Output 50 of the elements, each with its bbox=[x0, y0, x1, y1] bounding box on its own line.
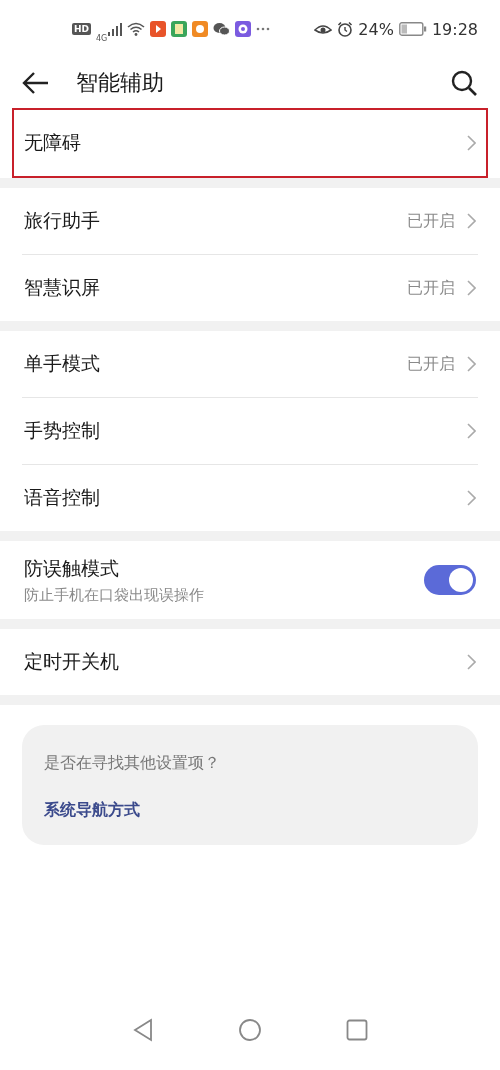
row-title: 定时开关机 bbox=[24, 649, 119, 674]
row-subtitle: 防止手机在口袋出现误操作 bbox=[24, 585, 204, 605]
battery-percent: 24% bbox=[358, 19, 394, 39]
row-title: 语音控制 bbox=[24, 485, 100, 510]
network-label: 4G bbox=[96, 33, 108, 43]
chevron-icon bbox=[467, 654, 476, 670]
app-icon bbox=[171, 21, 188, 37]
row-title: 手势控制 bbox=[24, 418, 100, 443]
settings-row[interactable]: 定时开关机 bbox=[0, 629, 500, 695]
chevron-icon bbox=[467, 423, 476, 439]
signal-icon bbox=[108, 22, 123, 36]
settings-row[interactable]: 智慧识屏 已开启 bbox=[0, 255, 500, 321]
settings-row[interactable]: 语音控制 bbox=[0, 465, 500, 531]
status-text: 已开启 bbox=[407, 353, 455, 375]
suggestion-link[interactable]: 系统导航方式 bbox=[44, 800, 140, 821]
suggestion-question: 是否在寻找其他设置项？ bbox=[44, 753, 220, 774]
chevron-icon bbox=[467, 213, 476, 229]
chevron-icon bbox=[467, 135, 476, 151]
app-icon bbox=[150, 21, 167, 37]
chevron-icon bbox=[467, 490, 476, 506]
search-button[interactable] bbox=[450, 69, 478, 97]
app-icon bbox=[192, 21, 209, 37]
row-title: 无障碍 bbox=[24, 130, 81, 155]
status-text: 已开启 bbox=[407, 277, 455, 299]
battery-icon bbox=[398, 22, 427, 36]
row-title: 智慧识屏 bbox=[24, 275, 100, 300]
home-nav-icon[interactable] bbox=[238, 1018, 262, 1042]
chevron-icon bbox=[467, 356, 476, 372]
back-button[interactable] bbox=[22, 71, 50, 95]
alarm-icon bbox=[337, 21, 354, 37]
row-title: 防误触模式 bbox=[24, 555, 120, 581]
page-title: 智能辅助 bbox=[76, 69, 164, 97]
status-text: 已开启 bbox=[407, 210, 455, 232]
settings-row[interactable]: 旅行助手 已开启 bbox=[0, 188, 500, 254]
settings-row[interactable]: 手势控制 bbox=[0, 398, 500, 464]
settings-row[interactable]: 无障碍 bbox=[12, 108, 488, 178]
app-icon bbox=[235, 21, 252, 37]
back-nav-icon[interactable] bbox=[132, 1018, 154, 1042]
more-icon bbox=[256, 27, 271, 31]
wifi-icon bbox=[127, 22, 146, 36]
row-title: 旅行助手 bbox=[24, 208, 100, 233]
toggle-switch[interactable] bbox=[424, 565, 476, 595]
clock-time: 19:28 bbox=[431, 19, 478, 39]
hd-badge: HD bbox=[72, 23, 91, 35]
recents-nav-icon[interactable] bbox=[346, 1019, 368, 1041]
chevron-icon bbox=[467, 280, 476, 296]
row-title: 单手模式 bbox=[24, 351, 100, 376]
eye-icon bbox=[314, 22, 333, 36]
settings-row[interactable]: 单手模式 已开启 bbox=[0, 331, 500, 397]
chat-icon bbox=[213, 22, 231, 36]
